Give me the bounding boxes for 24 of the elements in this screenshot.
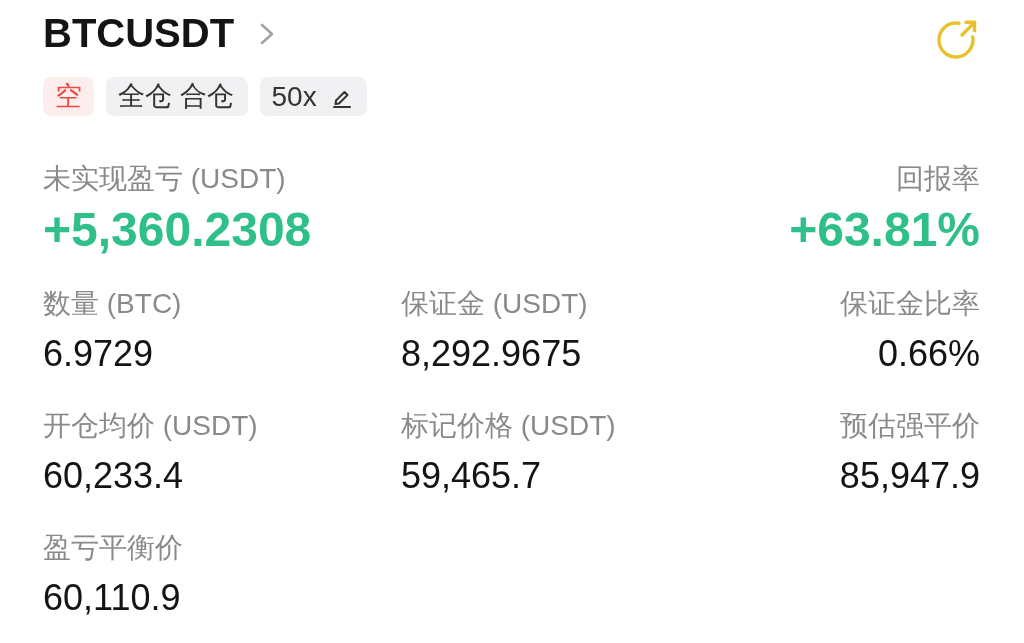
metric-value: 59,465.7 (401, 455, 543, 497)
metric-label: 保证金 (USDT) (401, 287, 589, 321)
metric-value: 6.9729 (43, 333, 155, 375)
metric-label: 数量 (BTC) (43, 287, 183, 321)
symbol-button[interactable]: BTCUSDT (43, 9, 275, 57)
metric-value: 0.66% (876, 333, 980, 375)
metric-label: 保证金比率 (839, 287, 980, 321)
leverage-button[interactable]: 50x (259, 77, 367, 116)
roe-label: 回报率 (895, 162, 980, 196)
chevron-right-icon (260, 23, 275, 45)
position-side-tag: 空 (43, 77, 94, 116)
metric-label: 标记价格 (USDT) (401, 409, 617, 443)
metric-value: 60,110.9 (43, 577, 182, 619)
margin-mode-tag: 全仓 合仓 (106, 77, 248, 116)
pnl-label: 未实现盈亏 (USDT) (43, 162, 287, 196)
metric-label: 盈亏平衡价 (43, 531, 184, 565)
metric-value: 85,947.9 (839, 455, 980, 497)
roe-value: +63.81% (789, 202, 980, 258)
share-icon[interactable] (937, 20, 977, 59)
pnl-value: +5,360.2308 (43, 202, 312, 258)
metric-label: 预估强平价 (839, 409, 980, 443)
metric-value: 60,233.4 (43, 455, 185, 497)
metric-value: 8,292.9675 (401, 333, 583, 375)
metric-label: 开仓均价 (USDT) (43, 409, 259, 443)
